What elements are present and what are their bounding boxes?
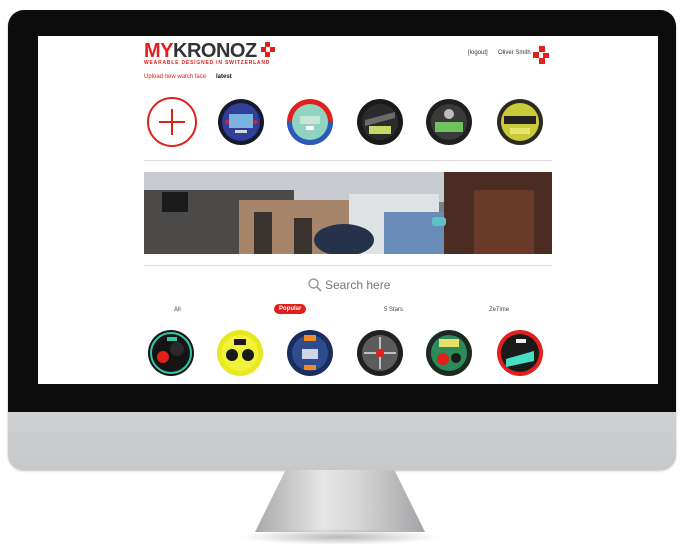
watch-face-thumbnail[interactable] <box>286 329 334 377</box>
search-icon[interactable] <box>308 278 322 292</box>
mykronoz-logo[interactable]: MYKRONOZ WEARABLE DESIGNED IN SWITZERLAN… <box>144 40 304 68</box>
user-name[interactable]: Oliver Smith <box>498 50 531 56</box>
filter-zetime[interactable]: ZeTime <box>489 307 509 313</box>
logout-link[interactable]: [logout] <box>468 50 488 56</box>
monitor-chin <box>8 412 676 470</box>
upload-watch-face-link[interactable]: Upload new watch face <box>144 74 206 80</box>
filter-popular[interactable]: Popular <box>274 304 307 314</box>
website-screen: MYKRONOZ WEARABLE DESIGNED IN SWITZERLAN… <box>38 36 658 384</box>
watch-face-thumbnail[interactable] <box>217 98 265 146</box>
monitor-foot-shadow <box>240 529 440 545</box>
watch-face-thumbnail[interactable] <box>286 98 334 146</box>
logo-prefix: MY <box>144 40 174 62</box>
add-watch-face-button[interactable] <box>147 97 197 147</box>
filter-5-stars[interactable]: 5 Stars <box>384 307 403 313</box>
filter-all[interactable]: All <box>174 307 181 313</box>
kronoz-cross-icon[interactable] <box>533 46 549 64</box>
kronoz-cross-icon <box>261 42 275 57</box>
latest-tab[interactable]: latest <box>216 74 232 80</box>
watch-face-thumbnail[interactable] <box>496 329 544 377</box>
logo-tagline: WEARABLE DESIGNED IN SWITZERLAND <box>144 60 271 66</box>
watch-face-thumbnail[interactable] <box>496 98 544 146</box>
hero-banner-image <box>144 172 552 254</box>
search-input[interactable] <box>325 276 445 294</box>
watch-face-thumbnail[interactable] <box>425 98 473 146</box>
section-divider <box>144 265 552 266</box>
section-divider <box>144 160 552 161</box>
watch-face-thumbnail[interactable] <box>356 329 404 377</box>
watch-face-thumbnail[interactable] <box>216 329 264 377</box>
watch-face-thumbnail[interactable] <box>147 329 195 377</box>
watch-face-thumbnail[interactable] <box>425 329 473 377</box>
monitor-stand <box>255 470 425 532</box>
logo-main: KRONOZ <box>173 40 257 62</box>
watch-face-thumbnail[interactable] <box>356 98 404 146</box>
